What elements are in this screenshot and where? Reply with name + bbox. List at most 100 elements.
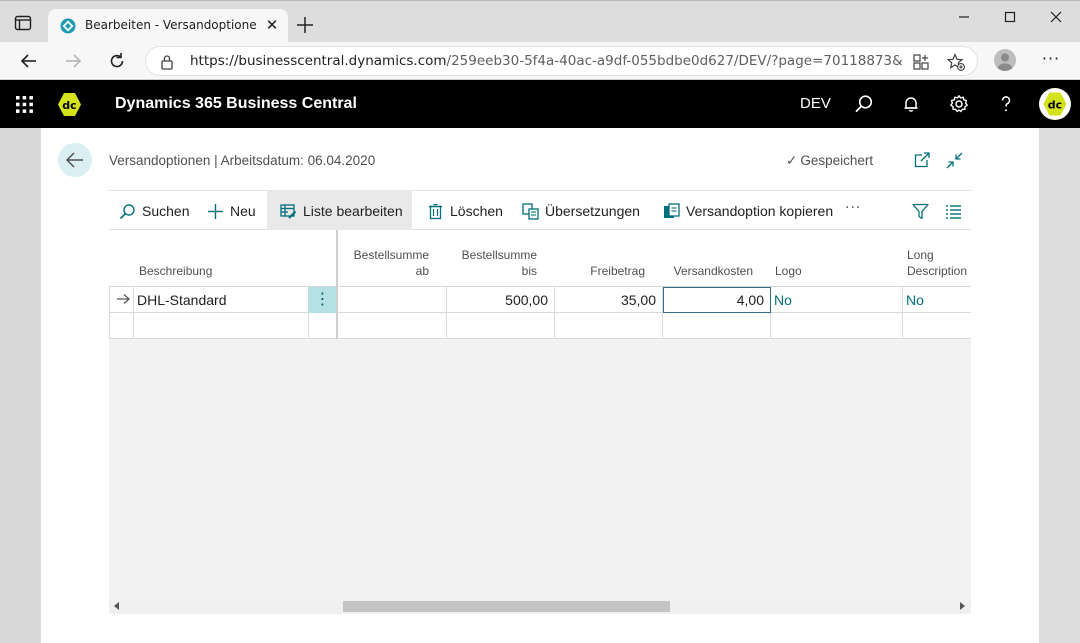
plus-icon <box>208 203 223 219</box>
collapse-icon[interactable] <box>946 152 963 169</box>
column-header-long-description-line1: Long <box>907 248 934 262</box>
user-avatar[interactable]: dc <box>1039 88 1071 120</box>
cell-logo[interactable]: No <box>771 287 903 313</box>
reload-icon[interactable] <box>107 51 127 71</box>
cell-long-description[interactable] <box>903 313 972 339</box>
saved-status: ✓ Gespeichert <box>786 153 873 169</box>
forward-arrow-icon[interactable] <box>63 51 83 71</box>
column-header-order-to-line1: Bestellsumme <box>461 248 537 262</box>
help-icon[interactable] <box>996 94 1016 114</box>
more-actions-icon[interactable]: ··· <box>845 200 861 216</box>
horizontal-scrollbar[interactable] <box>109 599 971 614</box>
translate-icon <box>522 202 539 220</box>
browser-menu-icon[interactable]: ··· <box>1040 50 1062 70</box>
copy-shipping-option-action[interactable]: Versandoption kopieren <box>663 191 833 231</box>
address-bar[interactable]: https://businesscentral.dynamics.com/259… <box>145 46 978 76</box>
column-header-description[interactable]: Beschreibung <box>139 263 212 279</box>
edit-list-icon <box>280 203 297 219</box>
browser-tab-active[interactable]: Bearbeiten - Versandoptionen - Dynamics … <box>48 9 288 43</box>
row-menu-icon[interactable]: ⋮ <box>308 287 337 313</box>
trash-icon <box>429 203 442 219</box>
column-header-long-description-line2: Description <box>907 264 968 278</box>
back-arrow-icon[interactable] <box>19 51 39 71</box>
edit-list-action[interactable]: Liste bearbeiten <box>267 191 412 231</box>
delete-action[interactable]: Löschen <box>427 191 503 231</box>
cell-allowance[interactable] <box>555 313 663 339</box>
copy-icon <box>664 202 680 218</box>
app-launcher-icon[interactable] <box>16 96 33 113</box>
scroll-left-icon[interactable] <box>114 602 119 610</box>
open-new-window-icon[interactable] <box>914 152 930 168</box>
minimize-icon[interactable] <box>954 9 974 25</box>
row-selector[interactable] <box>110 287 134 313</box>
company-logo-icon[interactable]: dc <box>57 92 82 117</box>
business-central-favicon-icon <box>60 18 76 34</box>
translations-action-label: Übersetzungen <box>545 203 640 219</box>
tab-close-icon[interactable]: ✕ <box>264 17 280 33</box>
cell-order-to[interactable] <box>447 313 555 339</box>
maximize-icon[interactable] <box>1000 9 1020 25</box>
tab-actions-icon[interactable] <box>14 15 32 31</box>
page-breadcrumb: Versandoptionen | Arbeitsdatum: 06.04.20… <box>109 153 376 168</box>
page-back-button[interactable] <box>58 143 92 177</box>
translations-action[interactable]: Übersetzungen <box>522 191 640 231</box>
column-header-long-description[interactable]: Long Description <box>907 247 967 279</box>
scrollbar-thumb[interactable] <box>343 601 670 612</box>
column-header-logo[interactable]: Logo <box>775 263 802 279</box>
cell-shipping-cost[interactable]: 4,00 <box>663 287 771 313</box>
cell-shipping-cost[interactable] <box>663 313 771 339</box>
environment-label[interactable]: DEV <box>800 95 831 112</box>
list-view-icon[interactable] <box>945 203 962 220</box>
new-action-label: Neu <box>230 203 256 219</box>
column-header-order-to-line2: bis <box>521 264 537 278</box>
grid-header: Beschreibung Bestellsumme ab Bestellsumm… <box>109 230 971 287</box>
action-bar: Suchen Neu Liste bearbeiten Löschen Über… <box>109 190 971 231</box>
column-header-order-to[interactable]: Bestellsumme bis <box>453 247 537 279</box>
settings-gear-icon[interactable] <box>949 94 969 114</box>
search-icon[interactable] <box>854 94 874 114</box>
cell-description[interactable]: DHL-Standard <box>134 287 309 313</box>
search-action[interactable]: Suchen <box>119 191 189 231</box>
column-header-allowance[interactable]: Freibetrag <box>561 263 645 279</box>
lock-icon[interactable] <box>160 54 174 70</box>
profile-avatar-icon[interactable] <box>994 49 1016 71</box>
search-icon <box>119 203 135 219</box>
cell-long-description[interactable]: No <box>903 287 972 313</box>
copy-shipping-option-label: Versandoption kopieren <box>686 203 834 219</box>
app-available-icon[interactable] <box>912 53 930 71</box>
user-avatar-logo-icon: dc <box>1043 92 1067 116</box>
app-title[interactable]: Dynamics 365 Business Central <box>115 95 357 113</box>
table-row-new[interactable] <box>109 313 971 339</box>
notification-bell-icon[interactable] <box>901 94 921 114</box>
back-arrow-icon <box>65 152 83 168</box>
url-path: /259eeb30-5f4a-40ac-a9df-055bdbe0d627/DE… <box>446 53 902 69</box>
favorites-star-icon[interactable] <box>947 53 965 71</box>
cell-allowance[interactable]: 35,00 <box>555 287 663 313</box>
cell-logo[interactable] <box>771 313 903 339</box>
row-selector[interactable] <box>110 313 134 339</box>
window-close-icon[interactable] <box>1046 9 1066 25</box>
cell-row-menu[interactable] <box>309 313 337 339</box>
shipping-options-grid: Beschreibung Bestellsumme ab Bestellsumm… <box>109 230 971 614</box>
delete-action-label: Löschen <box>450 203 503 219</box>
logo-text: dc <box>62 99 76 112</box>
cell-order-from[interactable] <box>339 313 447 339</box>
table-row[interactable]: DHL-Standard ⋮ 500,00 35,00 4,00 No No <box>109 287 971 313</box>
cell-order-to[interactable]: 500,00 <box>447 287 555 313</box>
tab-title: Bearbeiten - Versandoptionen - Dynamics … <box>85 18 257 32</box>
new-action[interactable]: Neu <box>207 191 256 231</box>
column-header-shipping-cost[interactable]: Versandkosten <box>661 263 753 279</box>
avatar-text: dc <box>1048 99 1062 112</box>
frozen-column-separator[interactable] <box>336 230 338 339</box>
saved-check-icon: ✓ <box>786 153 798 168</box>
cell-order-from[interactable] <box>339 287 447 313</box>
edit-list-action-label: Liste bearbeiten <box>303 203 403 219</box>
filter-icon[interactable] <box>912 203 929 220</box>
url-host: https://businesscentral.dynamics.com <box>190 53 447 69</box>
column-header-order-from[interactable]: Bestellsumme ab <box>345 247 429 279</box>
page-backdrop-left <box>0 128 40 643</box>
cell-description[interactable] <box>134 313 309 339</box>
new-tab-icon[interactable] <box>295 15 315 35</box>
scroll-right-icon[interactable] <box>960 602 965 610</box>
url-text[interactable]: https://businesscentral.dynamics.com/259… <box>190 53 902 69</box>
